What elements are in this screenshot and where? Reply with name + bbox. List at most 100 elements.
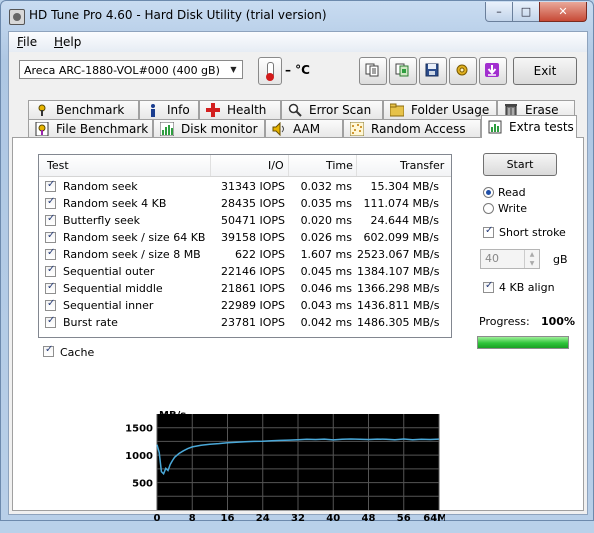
minimize-button[interactable]: – <box>485 2 513 22</box>
tab-aam-label: AAM <box>293 122 321 136</box>
save-button[interactable] <box>419 57 447 85</box>
x-tick-label: 56 <box>397 513 411 524</box>
table-row[interactable]: Butterfly seek 50471 IOPS 0.020 ms 24.644 M… <box>39 213 451 230</box>
test-checkbox[interactable] <box>45 281 56 294</box>
column-divider <box>356 155 357 176</box>
results-table: Test I/O Time Transfer Random seek 31343 … <box>38 154 452 338</box>
x-tick-label: 32 <box>291 513 305 524</box>
thermometer-icon[interactable] <box>258 57 282 85</box>
table-row[interactable]: Random seek 31343 IOPS 0.032 ms 15.304 MB/s <box>39 179 451 196</box>
table-header: Test I/O Time Transfer <box>39 155 451 177</box>
tab-benchmark-label: Benchmark <box>56 103 125 117</box>
tab-extra-tests[interactable]: Extra tests <box>481 115 577 138</box>
benchmark-icon <box>35 103 49 117</box>
title-bar[interactable]: HD Tune Pro 4.60 - Hard Disk Utility (tr… <box>1 1 593 31</box>
tab-error-scan[interactable]: Error Scan <box>281 100 383 119</box>
menu-file-label: ile <box>23 35 38 49</box>
write-radio[interactable] <box>483 203 494 214</box>
test-checkbox[interactable] <box>45 230 56 243</box>
test-checkbox[interactable] <box>45 179 56 192</box>
table-row[interactable]: Sequential middle 21861 IOPS 0.046 ms 1366.… <box>39 281 451 298</box>
test-io: 31343 IOPS <box>220 180 285 193</box>
test-name: Random seek 4 KB <box>63 197 167 210</box>
folder-usage-icon <box>389 103 405 117</box>
test-transfer: 1436.811 MB/s <box>357 299 440 312</box>
col-time-header: Time <box>326 159 353 172</box>
x-tick-label: 64MB <box>423 513 445 524</box>
transfer-chart-svg: MB/s 1500 1000 500 0 8 16 24 32 40 48 56 64MB <box>125 410 455 524</box>
disk-monitor-icon <box>159 121 175 137</box>
tab-aam[interactable]: AAM <box>265 119 343 138</box>
col-transfer-header: Transfer <box>400 159 445 172</box>
x-tick-label: 48 <box>362 513 376 524</box>
test-checkbox[interactable] <box>45 315 56 328</box>
menu-file[interactable]: File <box>17 35 37 49</box>
table-row[interactable]: Random seek / size 64 KB 39158 IOPS 0.026 … <box>39 230 451 247</box>
write-label: Write <box>498 202 528 215</box>
test-transfer: 1486.305 MB/s <box>357 316 440 329</box>
tab-disk-monitor[interactable]: Disk monitor <box>153 119 265 138</box>
test-transfer: 24.644 MB/s <box>370 214 439 227</box>
options-button[interactable] <box>449 57 477 85</box>
test-checkbox[interactable] <box>45 298 56 311</box>
drive-select[interactable]: Areca ARC-1880-VOL#000 (400 gB) ▼ <box>19 60 243 79</box>
read-radio[interactable] <box>483 187 494 198</box>
x-tick-label: 8 <box>189 513 196 524</box>
tab-benchmark[interactable]: Benchmark <box>28 100 139 119</box>
menu-help[interactable]: Help <box>54 35 81 49</box>
test-io: 39158 IOPS <box>220 231 285 244</box>
tab-random-access[interactable]: Random Access <box>343 119 481 138</box>
tab-extra-tests-label: Extra tests <box>509 120 574 134</box>
start-button[interactable]: Start <box>483 153 557 176</box>
table-row[interactable]: Sequential inner 22989 IOPS 0.043 ms 1436.8… <box>39 298 451 315</box>
test-name: Random seek / size 64 KB <box>63 231 206 244</box>
close-button[interactable]: ✕ <box>539 2 587 22</box>
table-row[interactable]: Random seek 4 KB 28435 IOPS 0.035 ms 111.07… <box>39 196 451 213</box>
y-tick-label: 500 <box>132 479 153 490</box>
tab-health[interactable]: Health <box>199 100 281 119</box>
app-icon <box>9 9 25 25</box>
test-checkbox[interactable] <box>45 213 56 226</box>
spin-down-icon[interactable]: ▼ <box>524 259 539 268</box>
col-io-header: I/O <box>268 159 284 172</box>
copy-screenshot-button[interactable] <box>389 57 417 85</box>
cache-checkbox[interactable] <box>43 344 54 357</box>
stroke-size-stepper[interactable]: 40 ▲ ▼ <box>480 249 540 269</box>
short-stroke-checkbox[interactable] <box>483 225 494 238</box>
app-window: HD Tune Pro 4.60 - Hard Disk Utility (tr… <box>0 0 594 524</box>
test-checkbox[interactable] <box>45 196 56 209</box>
test-transfer: 2523.067 MB/s <box>357 248 440 261</box>
tab-folder-usage[interactable]: Folder Usage <box>383 100 497 119</box>
info-icon <box>146 103 160 117</box>
temperature-readout: – °C <box>285 63 310 77</box>
test-io: 23781 IOPS <box>220 316 285 329</box>
test-name: Burst rate <box>63 316 118 329</box>
align-4kb-label: 4 KB align <box>499 281 555 294</box>
col-test-header: Test <box>47 159 69 172</box>
toolbar: Areca ARC-1880-VOL#000 (400 gB) ▼ – °C E… <box>9 52 587 92</box>
exit-button[interactable]: Exit <box>513 57 577 85</box>
download-button[interactable] <box>479 57 507 85</box>
test-checkbox[interactable] <box>45 247 56 260</box>
random-access-icon <box>349 121 365 137</box>
table-row[interactable]: Sequential outer 22146 IOPS 0.045 ms 1384.1… <box>39 264 451 281</box>
test-io: 22146 IOPS <box>220 265 285 278</box>
test-name: Butterfly seek <box>63 214 141 227</box>
tab-info[interactable]: Info <box>139 100 199 119</box>
align-4kb-checkbox[interactable] <box>483 280 494 293</box>
test-checkbox[interactable] <box>45 264 56 277</box>
file-benchmark-icon <box>35 121 49 137</box>
table-row[interactable]: Burst rate 23781 IOPS 0.042 ms 1486.305 MB/… <box>39 315 451 332</box>
test-io: 50471 IOPS <box>220 214 285 227</box>
progress-bar <box>477 336 569 349</box>
tab-health-label: Health <box>227 103 267 117</box>
y-axis-label: MB/s <box>159 410 186 421</box>
copy-text-button[interactable] <box>359 57 387 85</box>
test-transfer: 15.304 MB/s <box>370 180 439 193</box>
x-tick-label: 40 <box>326 513 340 524</box>
y-tick-label: 1500 <box>125 424 153 435</box>
copy-text-icon <box>365 63 379 77</box>
table-row[interactable]: Random seek / size 8 MB 622 IOPS 1.607 ms 2… <box>39 247 451 264</box>
tab-file-benchmark[interactable]: File Benchmark <box>28 119 153 138</box>
maximize-button[interactable]: □ <box>512 2 540 22</box>
